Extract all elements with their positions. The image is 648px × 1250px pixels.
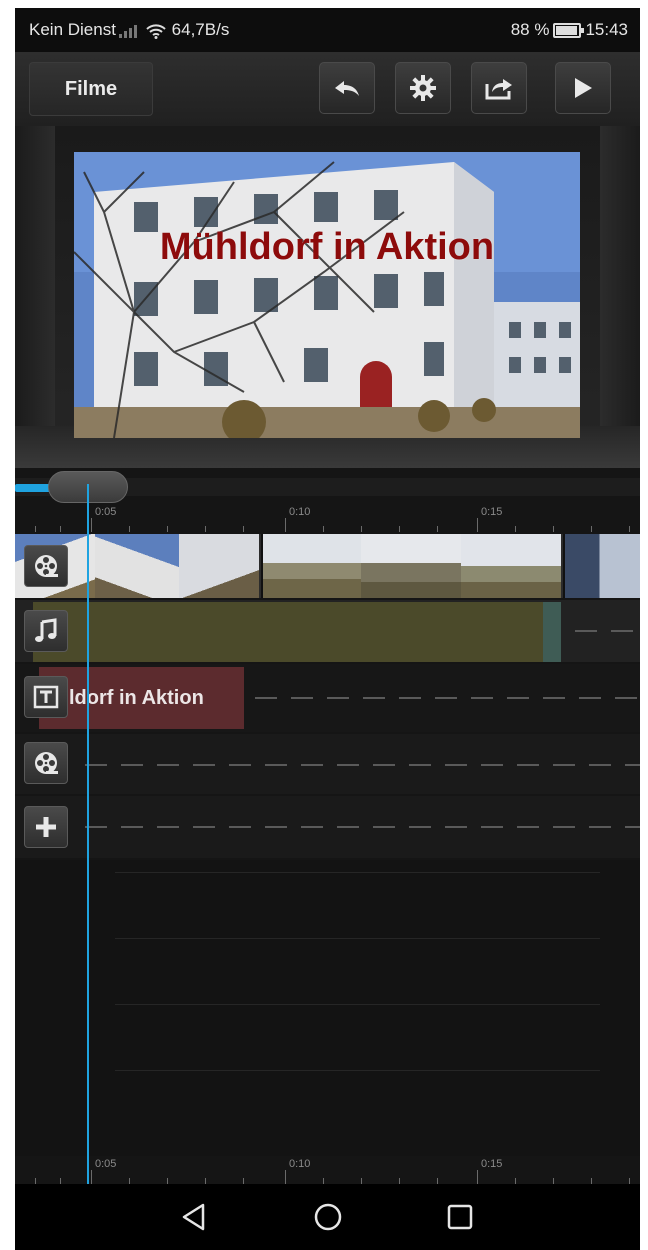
text-track[interactable]: ldorf in Aktion (15, 664, 640, 732)
ruler-label-10s: 0:10 (289, 506, 311, 518)
network-speed: 64,7B/s (171, 20, 230, 39)
audio-clip[interactable] (33, 602, 561, 662)
music-note-icon (35, 618, 57, 642)
share-button[interactable] (471, 62, 527, 114)
play-button[interactable] (555, 62, 611, 114)
empty-lane (85, 826, 640, 828)
signal-icon (118, 24, 139, 38)
ruler-label-5s: 0:05 (95, 1158, 117, 1170)
wifi-icon (145, 23, 166, 39)
timeline-ruler-bottom: 0:05 0:10 0:15 (15, 1156, 640, 1184)
stage-side-left (15, 126, 55, 456)
top-toolbar: Filme (15, 52, 640, 126)
playhead[interactable] (87, 484, 89, 1214)
timeline-ruler-top: 0:05 0:10 0:15 (15, 504, 640, 532)
films-button[interactable]: Filme (29, 62, 153, 116)
preview-title-overlay: Mühldorf in Aktion (159, 226, 495, 268)
status-left: Kein Dienst 64,7B/s (29, 20, 229, 40)
add-track-button[interactable] (24, 806, 68, 848)
film-reel-icon (35, 555, 58, 577)
clip-thumbnail[interactable] (179, 534, 259, 598)
video-preview[interactable]: Mühldorf in Aktion (74, 152, 580, 438)
text-track-button[interactable] (24, 676, 68, 718)
ruler-label-5s: 0:05 (95, 506, 117, 518)
carrier-text: Kein Dienst (29, 20, 116, 39)
battery-percent: 88 % (510, 20, 550, 39)
add-plus-icon (36, 817, 56, 837)
video-track-2[interactable] (15, 734, 640, 794)
ruler-label-10s: 0:10 (289, 1158, 311, 1170)
text-icon (33, 685, 59, 709)
undo-icon (335, 81, 359, 96)
empty-lane (255, 697, 640, 699)
settings-gear-icon (410, 75, 436, 101)
back-triangle-icon[interactable] (179, 1202, 209, 1232)
empty-lane (575, 630, 640, 632)
undo-button[interactable] (319, 62, 375, 114)
audio-track[interactable] (15, 600, 640, 662)
share-export-icon (485, 79, 512, 100)
home-circle-icon[interactable] (313, 1202, 343, 1232)
empty-lane (85, 764, 640, 766)
settings-button[interactable] (395, 62, 451, 114)
ruler-label-15s: 0:15 (481, 506, 503, 518)
stage-side-right (600, 126, 640, 456)
clip-thumbnail[interactable] (563, 534, 640, 598)
film-reel-icon (35, 752, 58, 774)
video-track[interactable] (15, 534, 640, 598)
recents-square-icon[interactable] (445, 1202, 475, 1232)
audio-track-button[interactable] (24, 610, 68, 652)
preview-image (74, 152, 580, 438)
status-right: 88 % 15:43 (511, 20, 628, 40)
video-track-button[interactable] (24, 545, 68, 587)
audio-clip-end (543, 602, 561, 662)
text-clip[interactable]: ldorf in Aktion (39, 667, 244, 729)
system-nav-bar (15, 1184, 640, 1250)
app-frame: Kein Dienst 64,7B/s 88 % 15:43 Filme Müh… (15, 8, 640, 1250)
clip-thumbnail[interactable] (461, 534, 561, 598)
clip-thumbnail[interactable] (261, 534, 363, 598)
add-track-row (15, 796, 640, 858)
clock-time: 15:43 (585, 20, 628, 39)
battery-icon (553, 23, 585, 39)
timeline-empty-area (15, 860, 640, 1160)
clip-thumbnail[interactable] (361, 534, 461, 598)
status-bar: Kein Dienst 64,7B/s 88 % 15:43 (15, 8, 640, 52)
clip-thumbnail[interactable] (95, 534, 179, 598)
play-icon (575, 78, 592, 98)
video-track-2-button[interactable] (24, 742, 68, 784)
ruler-label-15s: 0:15 (481, 1158, 503, 1170)
